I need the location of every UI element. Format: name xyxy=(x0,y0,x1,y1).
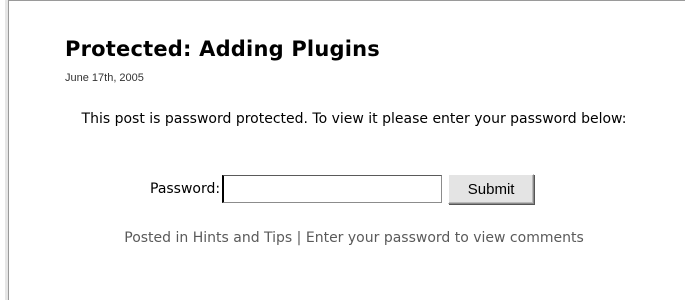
submit-button[interactable]: Submit xyxy=(448,174,535,204)
posted-in-text: Posted in xyxy=(124,230,193,246)
frame-top-border xyxy=(8,0,685,1)
category-link[interactable]: Hints and Tips xyxy=(193,230,293,246)
protected-message: This post is password protected. To view… xyxy=(81,111,627,127)
comments-link[interactable]: Enter your password to view comments xyxy=(306,230,584,246)
post-date: June 17th, 2005 xyxy=(65,72,144,84)
password-form: Password: Submit xyxy=(150,173,535,205)
password-label: Password: xyxy=(150,181,221,197)
meta-separator: | xyxy=(292,230,306,246)
post-meta: Posted in Hints and Tips | Enter your pa… xyxy=(58,230,650,246)
post-title: Protected: Adding Plugins xyxy=(65,37,380,61)
password-input[interactable] xyxy=(222,175,443,203)
